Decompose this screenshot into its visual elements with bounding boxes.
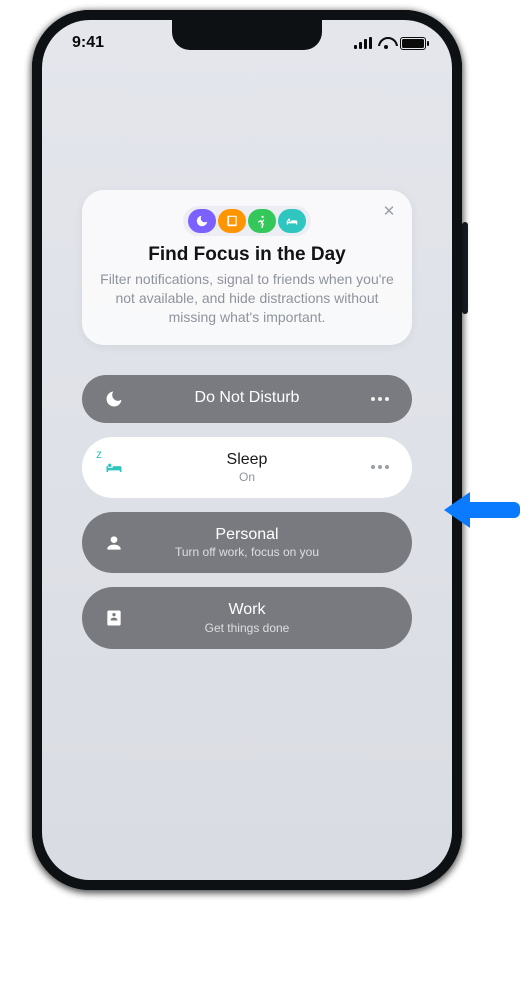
clock: 9:41 [72,34,104,52]
book-icon [218,209,246,233]
battery-icon [400,37,426,50]
tip-card: ✕ Find Focus in the Day Fi [82,190,412,345]
badge-icon [100,608,128,628]
focus-label: Personal [128,526,366,544]
notch [172,20,322,50]
more-icon[interactable] [366,397,394,401]
bed-icon [100,457,128,477]
moon-icon [100,389,128,409]
focus-sublabel: On [128,470,366,484]
tip-title: Find Focus in the Day [100,244,394,266]
focus-do-not-disturb[interactable]: Do Not Disturb [82,375,412,423]
bed-icon [278,209,306,233]
more-icon[interactable] [366,465,394,469]
focus-label: Do Not Disturb [128,389,366,407]
focus-sublabel: Turn off work, focus on you [128,545,366,559]
focus-sleep[interactable]: z Sleep On [82,437,412,498]
focus-personal[interactable]: Personal Turn off work, focus on you [82,512,412,573]
cellular-icon [354,37,372,49]
focus-sublabel: Get things done [128,621,366,635]
tip-icon-row [183,206,311,236]
power-button [462,222,468,314]
focus-list: Do Not Disturb z Sleep On [82,375,412,649]
close-icon[interactable]: ✕ [378,200,400,222]
callout-arrow [444,492,520,528]
wifi-icon [378,37,394,49]
focus-work[interactable]: Work Get things done [82,587,412,648]
person-icon [100,533,128,553]
sleep-zzz-icon: z [96,447,102,461]
focus-label: Work [128,601,366,619]
tip-description: Filter notifications, signal to friends … [100,270,394,327]
screen: 9:41 ✕ [42,20,452,880]
phone: 9:41 ✕ [32,10,462,890]
moon-icon [188,209,216,233]
focus-label: Sleep [128,451,366,469]
fitness-icon [248,209,276,233]
